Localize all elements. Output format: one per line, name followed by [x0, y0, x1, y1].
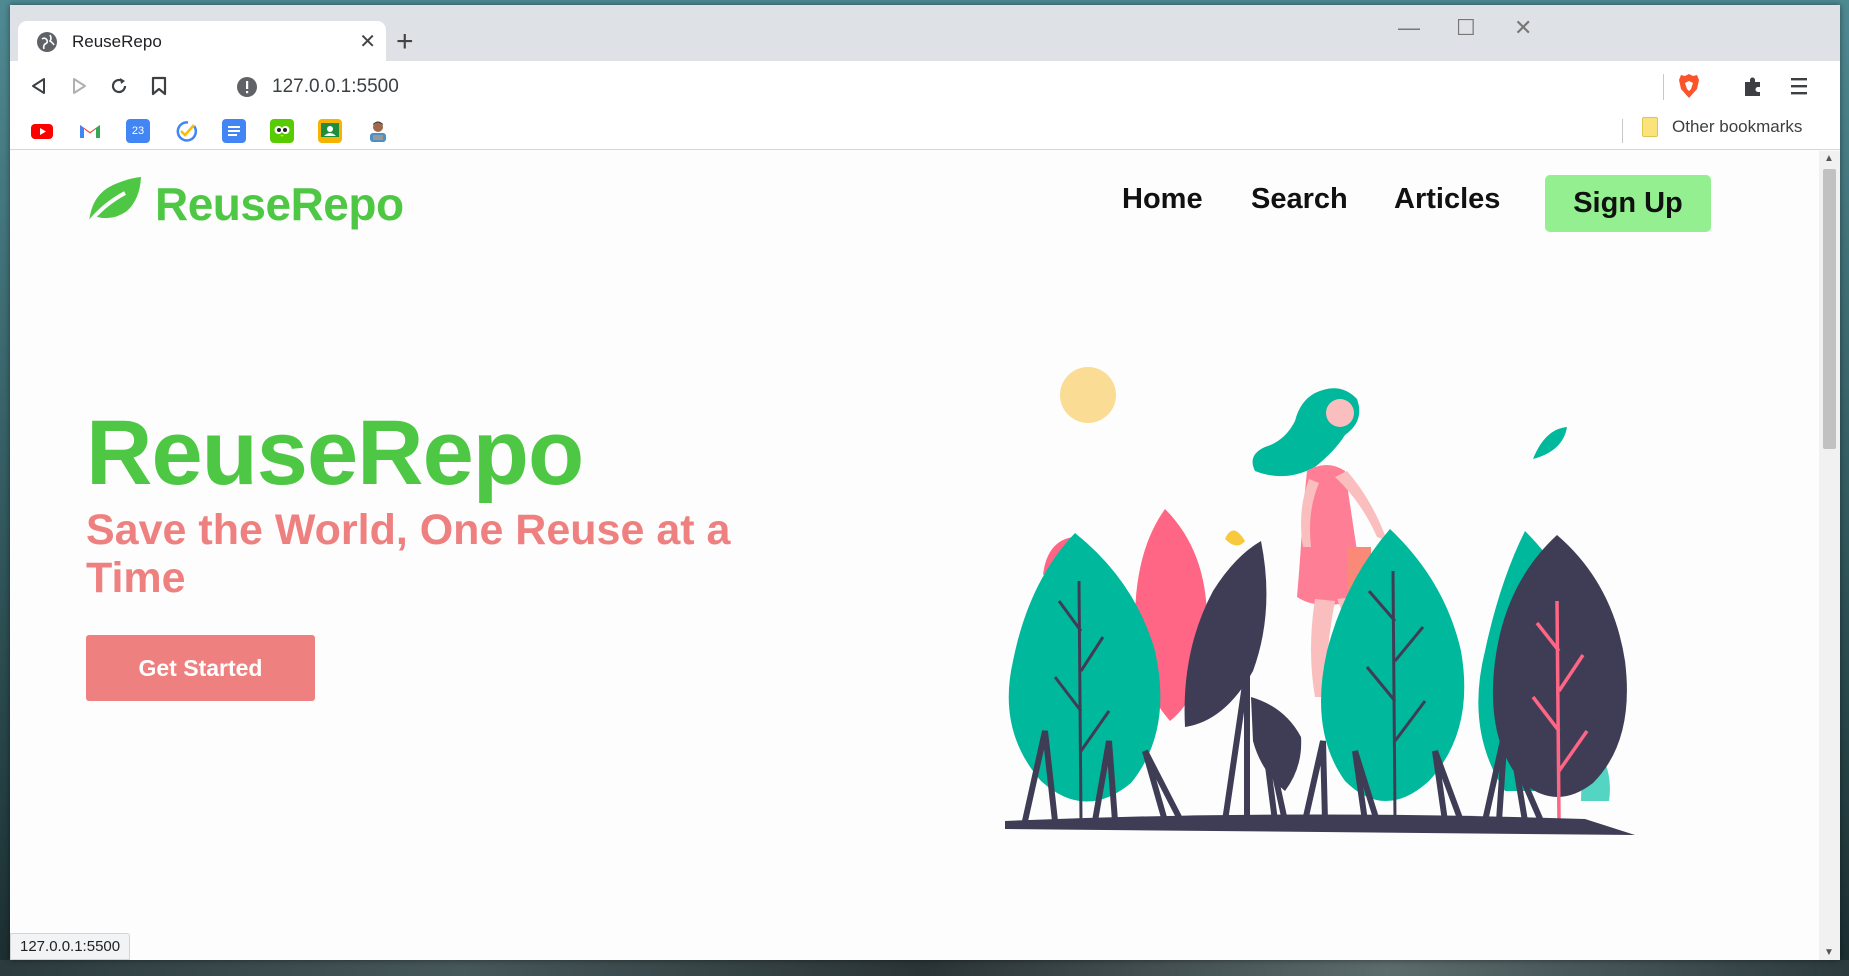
tab-strip: ReuseRepo ✕ + — ☐ ✕ [10, 5, 1840, 63]
bookmarks-bar: 23 Other bookmarks [10, 111, 1840, 150]
nav-articles[interactable]: Articles [1394, 183, 1500, 216]
status-url-bubble: 127.0.0.1:5500 [10, 933, 131, 960]
scroll-thumb[interactable] [1823, 169, 1836, 449]
page-viewport: ReuseRepo Home Search Articles Sign Up R… [10, 151, 1819, 960]
toolbar-divider [1663, 74, 1664, 100]
hero-title: ReuseRepo [86, 402, 584, 504]
forward-icon[interactable] [66, 73, 92, 99]
avatar-icon[interactable] [366, 119, 390, 143]
globe-icon [36, 31, 58, 53]
leaf-icon [85, 175, 143, 232]
other-bookmarks-label: Other bookmarks [1672, 117, 1803, 136]
docs-icon[interactable] [222, 119, 246, 143]
new-tab-icon[interactable]: + [396, 27, 414, 57]
minimize-icon[interactable]: — [1398, 15, 1420, 41]
floating-leaf [1533, 427, 1567, 459]
tab-title: ReuseRepo [72, 32, 162, 51]
logo-text: ReuseRepo [155, 177, 404, 230]
menu-icon[interactable] [1786, 73, 1812, 99]
maximize-icon[interactable]: ☐ [1456, 15, 1476, 41]
duolingo-icon[interactable] [270, 119, 294, 143]
hero-subtitle: Save the World, One Reuse at a Time [86, 506, 731, 602]
browser-toolbar: 127.0.0.1:5500 [10, 61, 1840, 111]
calendar-icon[interactable]: 23 [126, 119, 150, 143]
nav-search[interactable]: Search [1251, 183, 1348, 216]
classroom-icon[interactable] [318, 119, 342, 143]
scroll-up-icon[interactable]: ▲ [1824, 153, 1834, 164]
address-bar[interactable]: 127.0.0.1:5500 [272, 76, 399, 98]
scroll-down-icon[interactable]: ▼ [1824, 947, 1834, 958]
bookmark-icon[interactable] [146, 73, 172, 99]
extensions-icon[interactable] [1740, 73, 1766, 99]
page-scrollbar[interactable]: ▲ ▼ [1819, 151, 1840, 960]
close-window-icon[interactable]: ✕ [1514, 15, 1532, 41]
brave-shield-icon[interactable] [1676, 73, 1702, 99]
tab-close-icon[interactable]: ✕ [359, 32, 376, 52]
site-logo[interactable]: ReuseRepo [85, 175, 404, 232]
hero-illustration [1005, 367, 1635, 835]
folder-icon [1642, 117, 1658, 137]
floating-leaf-yellow [1225, 530, 1245, 546]
nav-home[interactable]: Home [1122, 183, 1203, 216]
sun-shape [1060, 367, 1116, 423]
other-bookmarks[interactable]: Other bookmarks [1642, 117, 1802, 137]
gmail-icon[interactable] [78, 119, 102, 143]
back-icon[interactable] [26, 73, 52, 99]
browser-window: ReuseRepo ✕ + — ☐ ✕ 127.0.0.1:5500 23 Ot… [10, 5, 1840, 960]
bookmarks-divider [1622, 119, 1623, 143]
tasks-icon[interactable] [174, 119, 198, 143]
tab-reuserepo[interactable]: ReuseRepo ✕ [18, 21, 386, 63]
site-info-icon[interactable] [236, 76, 258, 98]
get-started-button[interactable]: Get Started [86, 635, 315, 701]
reload-icon[interactable] [106, 73, 132, 99]
dark-leaf-low [1251, 697, 1302, 791]
taskbar-strip [0, 960, 1849, 976]
signup-button[interactable]: Sign Up [1545, 175, 1711, 232]
youtube-icon[interactable] [30, 119, 54, 143]
